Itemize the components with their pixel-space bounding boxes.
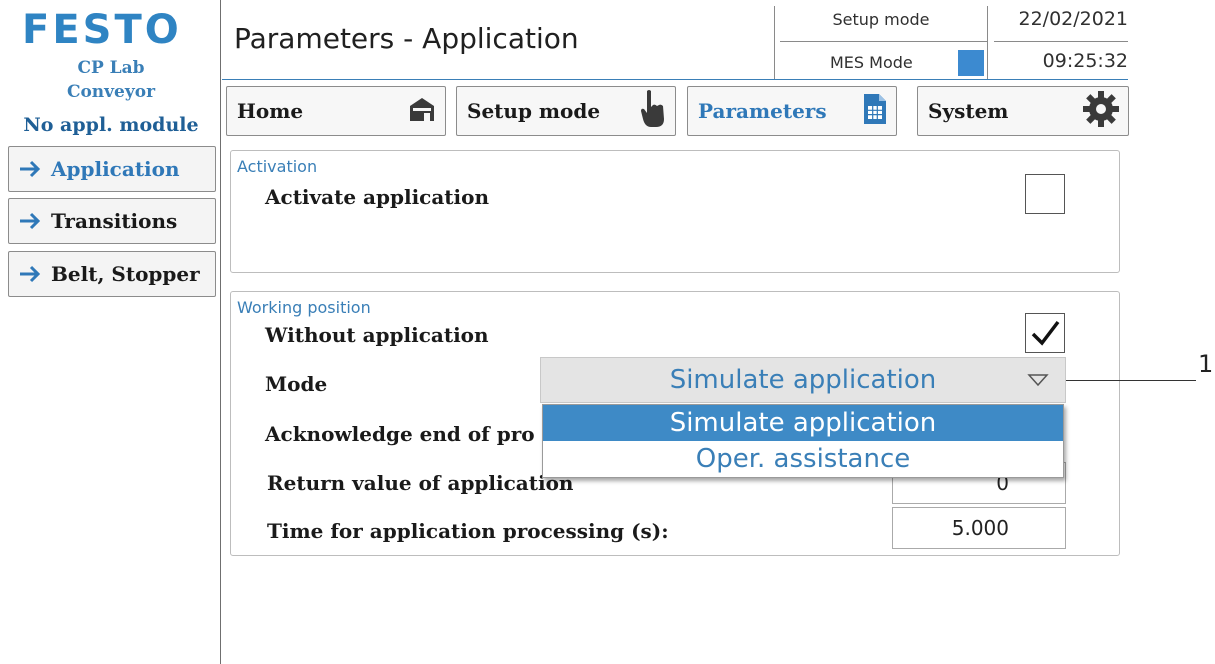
arrow-right-icon (9, 154, 51, 184)
activation-panel: Activation Activate application (230, 150, 1120, 273)
arrow-right-icon (9, 259, 51, 289)
mes-mode-label: MES Mode (830, 53, 913, 72)
home-button[interactable]: Home (226, 86, 446, 136)
mode-dropdown[interactable]: Simulate application (540, 357, 1066, 403)
without-application-label: Without application (265, 323, 489, 347)
mes-mode-indicator[interactable] (958, 50, 984, 76)
sidebar-item-belt-stopper[interactable]: Belt, Stopper (8, 251, 216, 297)
activation-title: Activation (237, 157, 318, 176)
home-icon (407, 94, 437, 129)
document-icon (862, 93, 888, 130)
setup-mode-button[interactable]: Setup mode (456, 86, 676, 136)
mode-dropdown-value: Simulate application (669, 365, 937, 395)
gear-icon (1082, 90, 1120, 133)
station-line2: Conveyor (66, 82, 156, 102)
mode-option-oper-assistance[interactable]: Oper. assistance (543, 441, 1063, 477)
without-application-checkbox[interactable] (1025, 313, 1065, 353)
system-button-label: System (928, 99, 1009, 123)
time-display: 09:25:32 (1042, 50, 1128, 72)
system-button[interactable]: System (917, 86, 1129, 136)
festo-logo: FESTO (22, 10, 182, 50)
parameters-button-label: Parameters (698, 99, 827, 123)
module-label: No appl. module (23, 114, 199, 136)
svg-text:FESTO: FESTO (22, 10, 182, 50)
time-field[interactable]: 5.000 (892, 507, 1066, 549)
setup-mode-label: Setup mode (832, 10, 930, 29)
sidebar-divider (220, 0, 221, 664)
parameters-button[interactable]: Parameters (687, 86, 897, 136)
hand-pointer-icon (637, 89, 667, 134)
mode-label: Mode (265, 372, 328, 396)
activate-application-checkbox[interactable] (1025, 174, 1065, 214)
header-separator (987, 6, 988, 79)
header-divider (780, 41, 987, 42)
arrow-right-icon (9, 206, 51, 236)
time-label: Time for application processing (s): (267, 519, 669, 543)
sidebar-item-transitions[interactable]: Transitions (8, 198, 216, 244)
checkmark-icon (1031, 320, 1060, 346)
acknowledge-label: Acknowledge end of pro (265, 422, 535, 446)
home-button-label: Home (237, 99, 304, 123)
return-value-label: Return value of application (267, 471, 574, 495)
page-title: Parameters - Application (234, 22, 579, 55)
mode-option-simulate[interactable]: Simulate application (543, 405, 1063, 441)
sidebar-item-label: Application (51, 157, 180, 181)
chevron-down-icon (1027, 374, 1049, 387)
header-underline (222, 79, 775, 80)
working-position-title: Working position (237, 298, 371, 317)
station-line1: CP Lab (77, 58, 145, 78)
callout-line (1066, 380, 1196, 381)
activate-application-label: Activate application (265, 185, 490, 209)
sidebar-item-label: Transitions (51, 209, 178, 233)
mode-dropdown-list: Simulate application Oper. assistance (542, 404, 1064, 478)
sidebar-item-application[interactable]: Application (8, 146, 216, 192)
header-divider (994, 41, 1128, 42)
sidebar-item-label: Belt, Stopper (51, 262, 200, 286)
header-underline (775, 79, 1128, 80)
date-display: 22/02/2021 (1018, 8, 1128, 30)
callout-number: 1 (1198, 350, 1214, 378)
setup-mode-button-label: Setup mode (467, 99, 601, 123)
